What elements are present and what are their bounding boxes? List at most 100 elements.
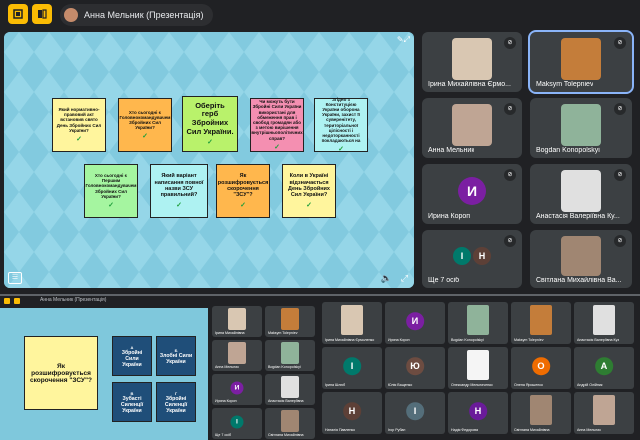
layout-toggle-button[interactable]	[8, 4, 28, 24]
fullscreen-icon[interactable]: ⤢	[401, 273, 408, 284]
mini-participant-tile[interactable]: Н Надія Федорова	[448, 392, 508, 434]
mini-participant-tile[interactable]: Maksym Tolepniev	[511, 302, 571, 344]
participant-name: Ирина Короп	[428, 213, 471, 220]
option-text: Збройні Сили України	[121, 349, 143, 368]
screen-share-icon	[38, 9, 47, 19]
check-icon: ✓	[108, 201, 114, 209]
question-card-5[interactable]: Згідно з Конституцією України оборона Ук…	[314, 96, 368, 153]
check-icon: ✓	[207, 139, 213, 147]
question-card-4[interactable]: Чи можуть бути Збройні Сили України вико…	[250, 98, 304, 152]
mini-participant-tile[interactable]: Bogdan Konopolskyi	[448, 302, 508, 344]
participant-name: Світлана Михайлівна Ва...	[536, 277, 622, 284]
mini-participant-name: Bogdan Konopolskyi	[451, 338, 484, 342]
mini-participant-name: Bogdan Konopolskyi	[268, 365, 301, 369]
mini-participant-tile[interactable]: А Андрій Олійник	[574, 347, 634, 389]
mini-participant-tile[interactable]: И Ирина Короп	[212, 374, 262, 405]
mini-participant-avatar: А	[595, 357, 613, 375]
question-card-text: Коли в Україні відзначається День Збройн…	[288, 173, 330, 199]
mini-participant-tile[interactable]: Анастасія Валеріївна	[265, 374, 315, 405]
mini-presentation-stage: Як розшифровується скорочення "ЗСУ"? А Зб…	[0, 308, 208, 440]
mini-participant-tile[interactable]: Олександр Мельниченко	[448, 347, 508, 389]
slide-menu-icon[interactable]: ☰	[8, 272, 22, 284]
question-card-8[interactable]: Як розшифровується скорочення "ЗСУ"? ✓	[216, 164, 270, 218]
mini-participant-avatar: И	[406, 312, 424, 330]
mic-off-icon: ⊘	[504, 37, 516, 49]
mini-participant-name: Надія Федорова	[451, 428, 479, 432]
participant-video	[560, 104, 602, 146]
presentation-button[interactable]	[32, 4, 52, 24]
mini-participant-video	[341, 305, 363, 335]
mini-participant-tile[interactable]: Maksym Tolepniev	[265, 306, 315, 337]
question-card-text: Чи можуть бути Збройні Сили України вико…	[251, 99, 303, 141]
check-icon: ✓	[176, 201, 182, 209]
participant-tile[interactable]: ⊘ Анна Мельник	[422, 98, 522, 158]
mic-off-icon: ⊘	[614, 235, 626, 247]
mic-off-icon: ⊘	[504, 103, 516, 115]
participant-tile[interactable]: ⊘ Maksym Tolepniev	[528, 30, 634, 94]
mini-participant-tile[interactable]: І Ірина Шлюб	[322, 347, 382, 389]
mini-participant-tile[interactable]: Ірина Михайлівна	[212, 306, 262, 337]
mini-participant-name: Анастасія Валеріївна	[268, 399, 304, 403]
mini-participant-tile[interactable]: Анна Мельник	[574, 392, 634, 434]
mini-participant-video	[530, 305, 552, 335]
mini-answer-option[interactable]: А Збройні Сили України	[112, 336, 152, 376]
mini-participant-tile[interactable]: Ю Юлія Ващенко	[385, 347, 445, 389]
mini-participant-tile[interactable]: Ірина Михайлівна Єрмоленко	[322, 302, 382, 344]
mini-participant-name: Світлана Михайлівна	[514, 428, 550, 432]
participant-name: Ще 7 осіб	[428, 277, 460, 284]
mini-participant-tile[interactable]: И Ирина Короп	[385, 302, 445, 344]
mini-participant-name: Олександр Мельниченко	[451, 383, 493, 387]
participant-tile[interactable]: І Н ⊘ Ще 7 осіб	[422, 230, 522, 288]
participant-name: Анастасія Валеріївна Ку...	[536, 213, 620, 220]
question-card-3[interactable]: Оберіть герб Збройних Сил України. ✓	[182, 96, 238, 152]
participant-tile[interactable]: ⊘ Ірина Михайлівна Єрмо...	[422, 32, 522, 92]
participant-name: Maksym Tolepniev	[536, 81, 594, 88]
mini-participant-video	[281, 308, 299, 331]
option-text: Злобні Сили України	[159, 352, 193, 365]
check-icon: ✓	[142, 133, 148, 141]
question-card-1[interactable]: Який нормативно-правовий акт встановив с…	[52, 98, 106, 152]
presentation-stage: ✎⤢ Який нормативно-правовий акт встанови…	[4, 32, 414, 288]
mini-answer-option[interactable]: В Зубасті Силенції України	[112, 382, 152, 422]
question-card-9[interactable]: Коли в Україні відзначається День Збройн…	[282, 164, 336, 218]
mini-participant-name: Maksym Tolepniev	[268, 331, 298, 335]
mini-answer-option[interactable]: Б Злобні Сили України	[156, 336, 196, 376]
question-card-text: Згідно з Конституцією України оборона Ук…	[321, 96, 361, 144]
question-card-text: Оберіть герб Збройних Сил України.	[186, 100, 234, 136]
mini-participant-video	[228, 308, 246, 331]
question-card-2[interactable]: Хто сьогодні є Головнокомандувачем Зброй…	[118, 98, 172, 152]
participant-video	[560, 170, 602, 212]
mini-participant-tile[interactable]: О Олена Ярошенко	[511, 347, 571, 389]
participant-video	[560, 38, 602, 80]
mini-participant-video	[467, 305, 489, 335]
mini-participant-tile[interactable]: Bogdan Konopolskyi	[265, 340, 315, 371]
mini-participant-tile[interactable]: Анастасія Валеріївна Куз	[574, 302, 634, 344]
stage-options-icon[interactable]: ✎⤢	[397, 35, 410, 45]
mini-participant-video	[593, 305, 615, 335]
mini-participant-tile[interactable]: І Ігор Рубан	[385, 392, 445, 434]
participant-tile[interactable]: ⊘ Світлана Михайлівна Ва...	[530, 230, 632, 288]
mini-main-card[interactable]: Як розшифровується скорочення "ЗСУ"?	[24, 336, 98, 410]
question-card-7[interactable]: Який варіант написання повної назви ЗСУ …	[150, 164, 208, 218]
mini-layout-icon[interactable]	[4, 298, 10, 304]
mini-participant-name: Анастасія Валеріївна Куз	[577, 338, 620, 342]
question-card-text: Хто сьогодні є Першим Головнокомандуваче…	[85, 173, 137, 199]
participant-tile[interactable]: ⊘ Анастасія Валеріївна Ку...	[530, 164, 632, 224]
mini-answer-option[interactable]: Г Збройні Силенції України	[156, 382, 196, 422]
question-card-6[interactable]: Хто сьогодні є Першим Головнокомандуваче…	[84, 164, 138, 218]
volume-icon[interactable]: 🔈	[381, 273, 392, 284]
participant-tile[interactable]: И ⊘ Ирина Короп	[422, 164, 522, 224]
mini-participant-tile[interactable]: Світлана Михайлівна	[511, 392, 571, 434]
presenter-chip[interactable]: Анна Мельник (Презентація)	[60, 4, 214, 26]
participant-tile[interactable]: ⊘ Bogdan Konopolskyi	[530, 98, 632, 158]
mini-participant-tile[interactable]: Світлана Михайлівна	[265, 408, 315, 439]
mini-main-card-text: Як розшифровується скорочення "ЗСУ"?	[29, 362, 93, 384]
mini-present-icon[interactable]	[14, 298, 20, 304]
mini-participant-name: Ірина Шлюб	[325, 383, 346, 387]
mic-off-icon: ⊘	[614, 169, 626, 181]
mini-participant-name: Ірина Михайлівна	[215, 331, 245, 335]
mini-participant-video	[593, 395, 615, 425]
mini-participant-tile[interactable]: Анна Мельник	[212, 340, 262, 371]
mini-participant-tile[interactable]: Н Наталія Павленко	[322, 392, 382, 434]
mini-participant-tile[interactable]: І Ще 7 осіб	[212, 408, 262, 439]
